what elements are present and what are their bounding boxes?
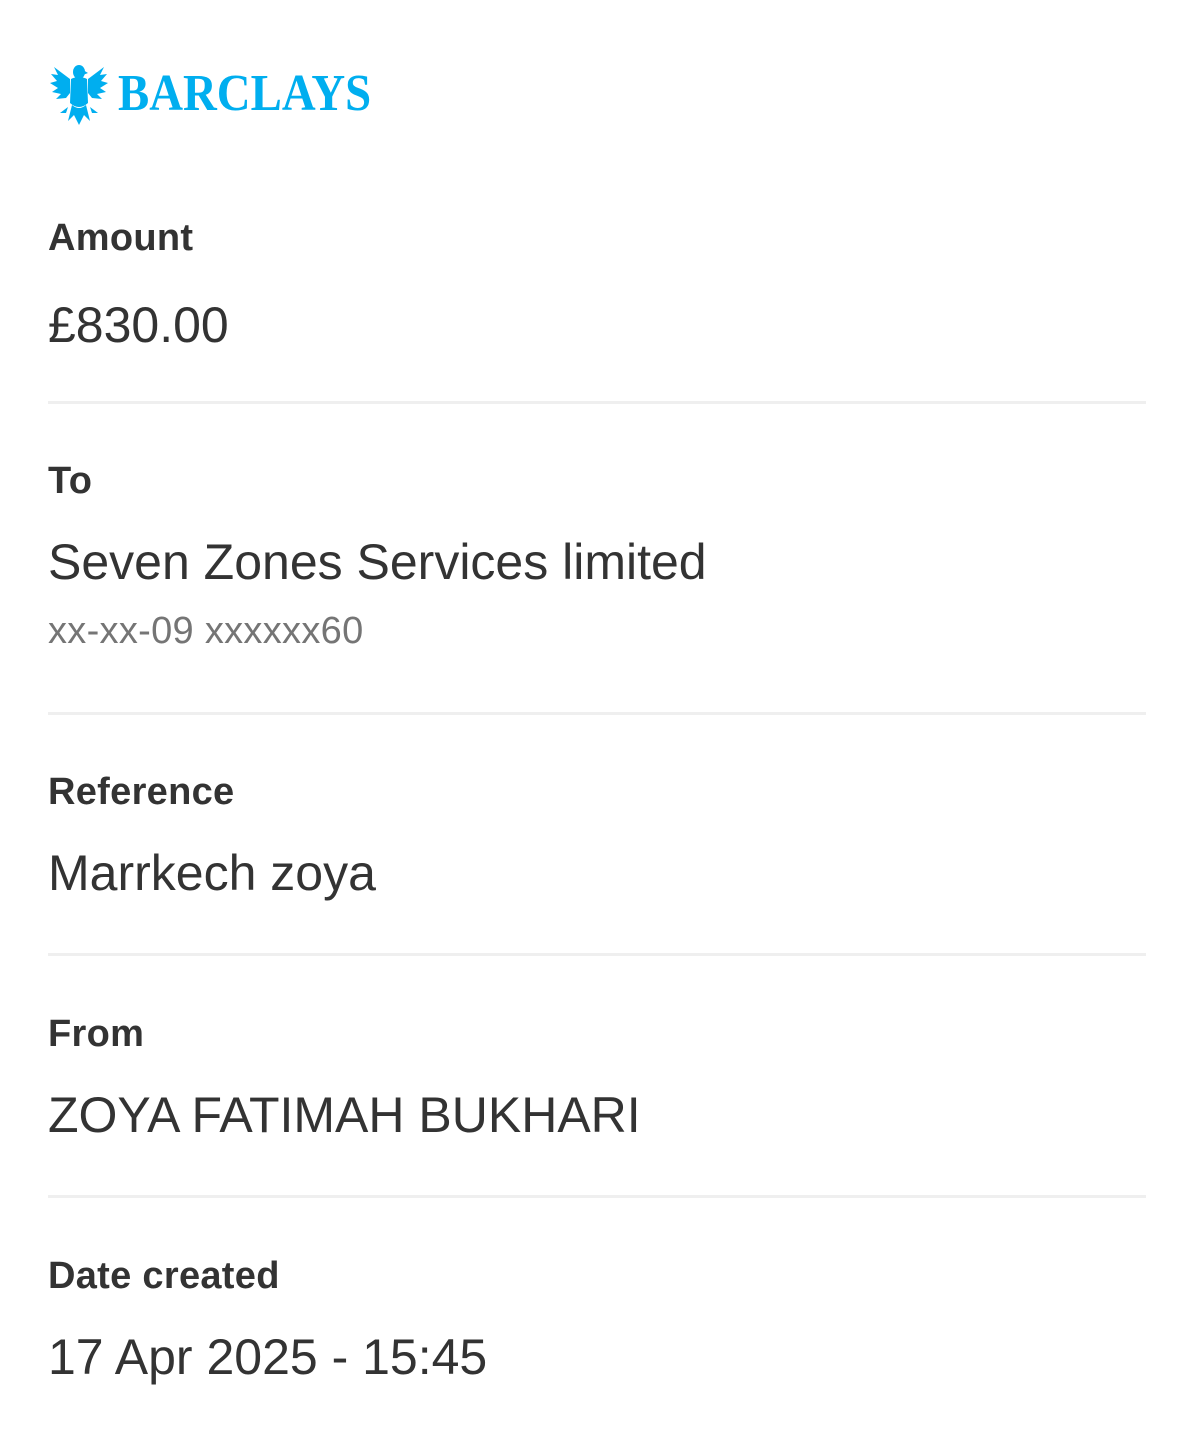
reference-label: Reference xyxy=(48,771,235,813)
divider xyxy=(48,712,1146,715)
divider xyxy=(48,1195,1146,1198)
payee-name: Seven Zones Services limited xyxy=(48,534,707,590)
date-created-section: Date created 17 Apr 2025 - 15:45 xyxy=(48,1257,1146,1382)
payer-section: From ZOYA FATIMAH BUKHARI xyxy=(48,1015,1146,1140)
payer-label: From xyxy=(48,1013,145,1055)
payment-details-page: BARCLAYS Amount £830.00 To Seven Zones S… xyxy=(0,0,1194,1444)
amount-section: Amount £830.00 xyxy=(48,219,1146,350)
barclays-logo: BARCLAYS xyxy=(50,62,399,126)
divider xyxy=(48,953,1146,956)
payee-label: To xyxy=(48,460,93,502)
amount-label: Amount xyxy=(48,217,194,259)
brand-wordmark: BARCLAYS xyxy=(118,65,372,122)
amount-value: £830.00 xyxy=(48,297,229,353)
payee-section: To Seven Zones Services limited xx-xx-09… xyxy=(48,462,1146,650)
divider xyxy=(48,401,1146,404)
eagle-icon xyxy=(50,65,108,125)
reference-section: Reference Marrkech zoya xyxy=(48,773,1146,898)
date-created-label: Date created xyxy=(48,1255,280,1297)
payee-account-number: xx-xx-09 xxxxxx60 xyxy=(48,610,364,652)
date-created-value: 17 Apr 2025 - 15:45 xyxy=(48,1329,488,1385)
payer-name: ZOYA FATIMAH BUKHARI xyxy=(48,1087,641,1143)
reference-value: Marrkech zoya xyxy=(48,845,376,901)
